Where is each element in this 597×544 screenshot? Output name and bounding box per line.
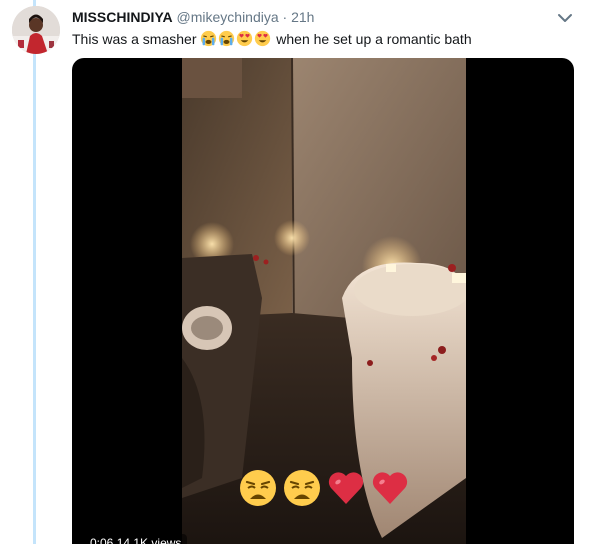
thread-connector-line xyxy=(33,0,36,544)
avatar[interactable] xyxy=(12,6,60,54)
tweet-text-after: when he set up a romantic bath xyxy=(276,31,472,47)
tweet-timestamp[interactable]: 21h xyxy=(291,9,314,25)
red-heart-icon xyxy=(328,472,364,504)
tweet: MISSCHINDIYA @mikeychindiya · 21h This w… xyxy=(0,0,597,544)
heart-eyes-face-icon xyxy=(237,30,253,47)
video-thumbnail-image xyxy=(182,58,466,544)
avatar-image xyxy=(12,6,60,54)
display-name[interactable]: MISSCHINDIYA xyxy=(72,9,173,25)
loudly-crying-face-icon xyxy=(219,30,235,47)
tweet-text: This was a smasher when he set up a roma… xyxy=(72,29,472,49)
heart-eyes-face-icon xyxy=(255,30,271,47)
video-views: 14.1K views xyxy=(116,536,182,544)
video-duration: 0:06 xyxy=(90,536,114,544)
tweet-header: MISSCHINDIYA @mikeychindiya · 21h xyxy=(72,8,314,26)
video-player[interactable]: 0:06 14.1K views xyxy=(72,58,574,544)
video-stats: 0:06 14.1K views xyxy=(84,534,188,544)
loudly-crying-face-icon xyxy=(201,30,217,47)
red-heart-icon xyxy=(372,472,408,504)
header-separator: · xyxy=(282,9,288,25)
user-handle[interactable]: @mikeychindiya xyxy=(177,9,279,25)
video-frame[interactable] xyxy=(182,58,466,544)
weary-face-icon xyxy=(284,470,320,506)
chevron-down-icon[interactable] xyxy=(556,10,574,26)
tweet-text-before: This was a smasher xyxy=(72,31,197,47)
weary-face-icon xyxy=(240,470,276,506)
